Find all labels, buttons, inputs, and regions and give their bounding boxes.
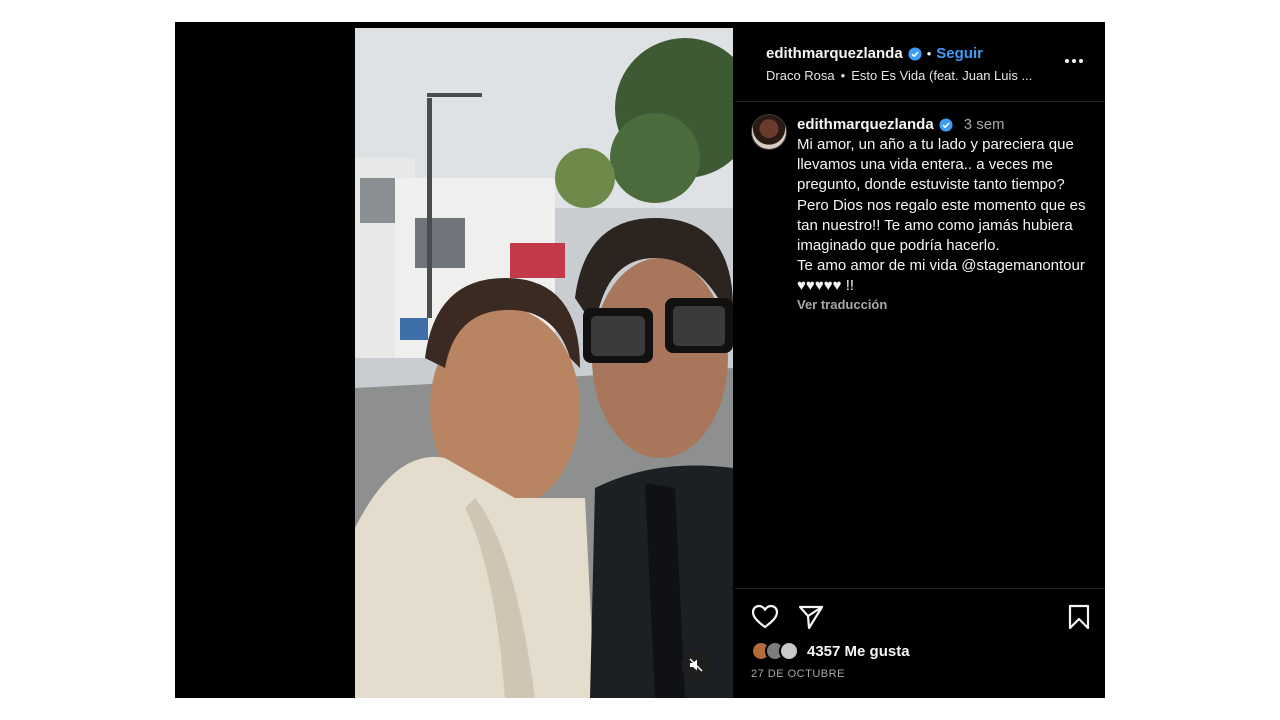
avatar [779, 641, 799, 661]
audio-artist: Draco Rosa [766, 68, 835, 83]
audio-separator: • [840, 68, 846, 83]
see-translation-link[interactable]: Ver traducción [797, 297, 1087, 312]
muted-speaker-icon [689, 658, 703, 672]
post-side-panel: edithmarquezlanda • Seguir Draco Rosa • … [735, 28, 1105, 698]
verified-badge-icon [908, 46, 922, 61]
avatar[interactable] [751, 114, 787, 150]
audio-attribution[interactable]: Draco Rosa • Esto Es Vida (feat. Juan Lu… [766, 68, 1032, 83]
verified-badge-icon [939, 117, 953, 132]
header-user-row: edithmarquezlanda • Seguir [766, 45, 983, 62]
post-header: edithmarquezlanda • Seguir Draco Rosa • … [735, 28, 1105, 102]
likes-count[interactable]: 4357 Me gusta [807, 643, 910, 660]
heart-icon[interactable] [751, 603, 779, 631]
bookmark-icon[interactable] [1065, 603, 1093, 631]
caption-user-row: edithmarquezlanda 3 sem [797, 116, 1087, 133]
mute-button[interactable] [681, 650, 711, 680]
caption-text: Mi amor, un año a tu lado y pareciera qu… [797, 136, 1086, 295]
post-date[interactable]: 27 DE OCTUBRE [751, 668, 845, 680]
caption-body: edithmarquezlanda 3 sem Mi amor, un año … [797, 116, 1087, 312]
header-username[interactable]: edithmarquezlanda [766, 45, 903, 62]
caption-username[interactable]: edithmarquezlanda [797, 116, 934, 133]
caption-time[interactable]: 3 sem [964, 116, 1005, 133]
likes-row[interactable]: 4357 Me gusta [751, 641, 910, 661]
action-bar: 4357 Me gusta 27 DE OCTUBRE [735, 588, 1105, 698]
more-options-icon[interactable] [1065, 54, 1087, 68]
audio-track: Esto Es Vida (feat. Juan Luis ... [851, 68, 1033, 83]
follow-button[interactable]: Seguir [936, 45, 983, 62]
header-separator: • [926, 46, 932, 61]
video-frame-illustration [355, 28, 733, 698]
send-icon[interactable] [797, 603, 825, 631]
post-video[interactable] [355, 28, 733, 698]
post-modal: edithmarquezlanda • Seguir Draco Rosa • … [175, 22, 1105, 698]
